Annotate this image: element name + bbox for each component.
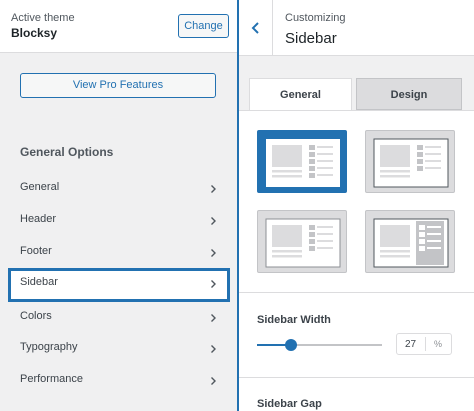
customizer-right-panel: Customizing Sidebar General Design Sideb… — [239, 0, 474, 411]
change-theme-button[interactable]: Change — [178, 14, 229, 38]
sidebar-width-value: 27 — [405, 339, 417, 350]
menu-item-performance[interactable]: Performance — [8, 365, 230, 397]
menu-item-label: Header — [20, 213, 57, 225]
chevron-right-icon — [211, 377, 216, 385]
menu-item-general[interactable]: General — [8, 173, 230, 205]
active-theme-header: Active theme Blocksy Change — [0, 0, 237, 53]
menu-item-header[interactable]: Header — [8, 205, 230, 237]
sidebar-width-input[interactable]: 27 % — [396, 333, 452, 355]
menu-item-label: Footer — [20, 245, 52, 257]
menu-item-sidebar[interactable]: Sidebar — [8, 268, 230, 302]
chevron-right-icon — [211, 314, 216, 322]
customizing-label: Customizing — [285, 12, 346, 24]
menu-item-label: Colors — [20, 310, 52, 322]
sidebar-width-unit: % — [434, 339, 443, 349]
chevron-right-icon — [211, 280, 216, 288]
sidebar-width-slider-handle[interactable] — [285, 339, 297, 351]
menu-item-colors[interactable]: Colors — [8, 302, 230, 334]
layout-option-right-sidebar[interactable] — [257, 130, 347, 193]
right-sidebar-boxed-layout-icon — [373, 218, 449, 268]
menu-item-label: Sidebar — [20, 276, 58, 288]
section-title: Sidebar — [285, 30, 337, 47]
tab-content — [239, 110, 474, 411]
customizer-left-panel: Active theme Blocksy Change View Pro Fea… — [0, 0, 237, 411]
chevron-left-icon — [251, 22, 259, 34]
section-header: Customizing Sidebar — [239, 0, 474, 56]
layout-option-right-sidebar-bordered[interactable] — [365, 130, 455, 193]
divider — [239, 377, 474, 378]
back-button[interactable] — [239, 0, 273, 56]
layout-option-left-sidebar[interactable] — [257, 210, 347, 273]
menu-item-footer[interactable]: Footer — [8, 237, 230, 269]
sidebar-gap-label: Sidebar Gap — [257, 398, 322, 410]
right-sidebar-layout-icon — [266, 139, 340, 187]
chevron-right-icon — [211, 217, 216, 225]
chevron-right-icon — [211, 249, 216, 257]
menu-item-label: Typography — [20, 341, 78, 353]
chevron-right-icon — [211, 345, 216, 353]
right-sidebar-bordered-layout-icon — [373, 138, 449, 188]
divider — [425, 337, 426, 351]
menu-item-label: Performance — [20, 373, 83, 385]
tab-design[interactable]: Design — [356, 78, 462, 110]
view-pro-features-button[interactable]: View Pro Features — [20, 73, 216, 98]
active-theme-label: Active theme — [11, 12, 75, 24]
menu-item-label: General — [20, 181, 60, 193]
left-sidebar-layout-icon — [265, 218, 341, 268]
menu-item-typography[interactable]: Typography — [8, 333, 230, 365]
section-title: General Options — [20, 145, 114, 159]
chevron-right-icon — [211, 185, 216, 193]
theme-name: Blocksy — [11, 26, 58, 40]
layout-option-right-sidebar-boxed[interactable] — [365, 210, 455, 273]
divider — [239, 292, 474, 293]
sidebar-width-label: Sidebar Width — [257, 314, 331, 326]
tab-general[interactable]: General — [249, 78, 352, 111]
